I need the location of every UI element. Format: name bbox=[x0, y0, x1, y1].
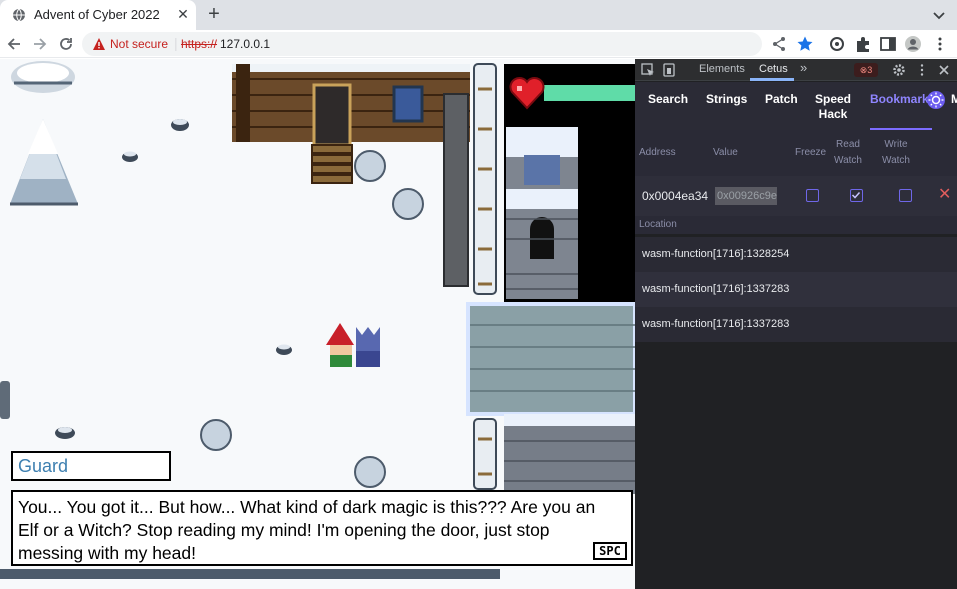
checkmark-icon bbox=[851, 191, 861, 199]
nav-patch[interactable]: Patch bbox=[765, 92, 798, 107]
nav-strings[interactable]: Strings bbox=[706, 92, 747, 107]
speaker-name-box: Guard bbox=[11, 451, 171, 481]
delete-bookmark-icon[interactable]: ✕ bbox=[938, 184, 951, 204]
error-count-badge[interactable]: ⊗3 bbox=[854, 63, 878, 77]
url-separator: | bbox=[174, 35, 178, 51]
nav-search[interactable]: Search bbox=[648, 92, 688, 107]
puzzle-icon[interactable] bbox=[854, 35, 872, 53]
tab-close-icon[interactable]: ✕ bbox=[174, 5, 192, 23]
nav-speed-hack[interactable]: Speed Hack bbox=[815, 92, 851, 122]
kebab-menu-icon[interactable] bbox=[931, 35, 949, 53]
read-watch-checkbox[interactable] bbox=[850, 189, 863, 202]
snowy-rock bbox=[11, 61, 75, 93]
guard-character bbox=[356, 327, 380, 367]
tab-strip: Advent of Cyber 2022 ✕ + bbox=[0, 0, 957, 30]
snowy-bush bbox=[200, 419, 232, 451]
stone-tower bbox=[506, 127, 578, 299]
warning-icon bbox=[93, 38, 105, 50]
col-read-watch: Read Watch bbox=[834, 139, 862, 166]
star-icon[interactable] bbox=[796, 35, 814, 53]
favicon-globe-icon bbox=[13, 8, 25, 22]
bookmark-row: 0x0004ea34 ✕ bbox=[635, 176, 957, 216]
chevron-down-icon[interactable] bbox=[930, 6, 948, 24]
location-row[interactable]: wasm-function[1716]:1328254 bbox=[635, 237, 957, 272]
inspect-icon[interactable] bbox=[641, 63, 655, 77]
location-header: Location bbox=[635, 216, 957, 234]
back-icon[interactable] bbox=[4, 34, 24, 54]
continue-key-hint[interactable]: SPC bbox=[593, 542, 627, 560]
sidebar-icon[interactable] bbox=[879, 35, 897, 53]
snowy-bush bbox=[392, 188, 424, 220]
forward-icon[interactable] bbox=[30, 34, 50, 54]
browser-tab[interactable]: Advent of Cyber 2022 ✕ bbox=[0, 0, 196, 30]
more-tabs-button[interactable]: » bbox=[800, 60, 807, 75]
not-secure-label[interactable]: Not secure bbox=[110, 37, 168, 51]
tab-title: Advent of Cyber 2022 bbox=[34, 7, 160, 22]
side-handle[interactable] bbox=[0, 381, 10, 419]
col-write-watch: Write Watch bbox=[882, 139, 910, 166]
nav-bookmarks[interactable]: Bookmark bbox=[870, 92, 929, 107]
url-host: 127.0.0.1 bbox=[220, 37, 271, 51]
tab-elements[interactable]: Elements bbox=[699, 63, 745, 75]
tab-cetus[interactable]: Cetus bbox=[759, 63, 788, 75]
profile-icon[interactable] bbox=[904, 35, 922, 53]
error-count: 3 bbox=[867, 65, 873, 75]
address-bar[interactable]: Not secure | https:// 127.0.0.1 bbox=[82, 32, 813, 56]
devtools-tab-bar: Elements Cetus » ⊗3 bbox=[635, 59, 957, 81]
extension-icon[interactable] bbox=[828, 35, 846, 53]
ground-edge bbox=[0, 569, 500, 579]
col-address: Address bbox=[639, 147, 676, 158]
share-icon[interactable] bbox=[770, 35, 788, 53]
bookmarks-table-header: Address Value Freeze Read Watch Write Wa… bbox=[635, 130, 957, 176]
location-row[interactable]: wasm-function[1716]:1337283 bbox=[635, 307, 957, 342]
settings-icon[interactable] bbox=[892, 63, 906, 77]
speaker-name: Guard bbox=[18, 456, 69, 476]
tab-active-indicator bbox=[750, 78, 794, 81]
url-scheme: https:// bbox=[181, 37, 218, 51]
location-row[interactable]: wasm-function[1716]:1337283 bbox=[635, 272, 957, 307]
close-icon[interactable] bbox=[937, 63, 951, 77]
freeze-checkbox[interactable] bbox=[806, 189, 819, 202]
browser-toolbar: Not secure | https:// 127.0.0.1 bbox=[0, 30, 957, 58]
bookmark-address: 0x0004ea34 bbox=[642, 189, 709, 203]
device-icon[interactable] bbox=[662, 63, 676, 77]
sun-icon[interactable] bbox=[926, 90, 946, 110]
col-value: Value bbox=[713, 147, 738, 158]
snowy-bush bbox=[354, 456, 386, 488]
health-bar bbox=[544, 85, 635, 101]
heart-icon bbox=[509, 77, 545, 110]
kebab-menu-icon[interactable] bbox=[915, 63, 929, 77]
nav-overflow[interactable]: M bbox=[951, 92, 957, 107]
devtools-panel: Elements Cetus » ⊗3 Search Strings Patch… bbox=[635, 59, 957, 589]
reload-icon[interactable] bbox=[56, 34, 76, 54]
col-freeze: Freeze bbox=[795, 147, 827, 158]
snowy-bush bbox=[354, 150, 386, 182]
write-watch-checkbox[interactable] bbox=[899, 189, 912, 202]
cetus-nav: Search Strings Patch Speed Hack Bookmark… bbox=[635, 82, 957, 130]
dialog-text: You... You got it... But how... What kin… bbox=[18, 497, 596, 563]
game-viewport[interactable]: Guard You... You got it... But how... Wh… bbox=[0, 59, 635, 589]
bookmark-value-input[interactable] bbox=[715, 187, 777, 205]
dialog-box[interactable]: You... You got it... But how... What kin… bbox=[11, 490, 633, 566]
new-tab-button[interactable]: + bbox=[203, 3, 225, 25]
